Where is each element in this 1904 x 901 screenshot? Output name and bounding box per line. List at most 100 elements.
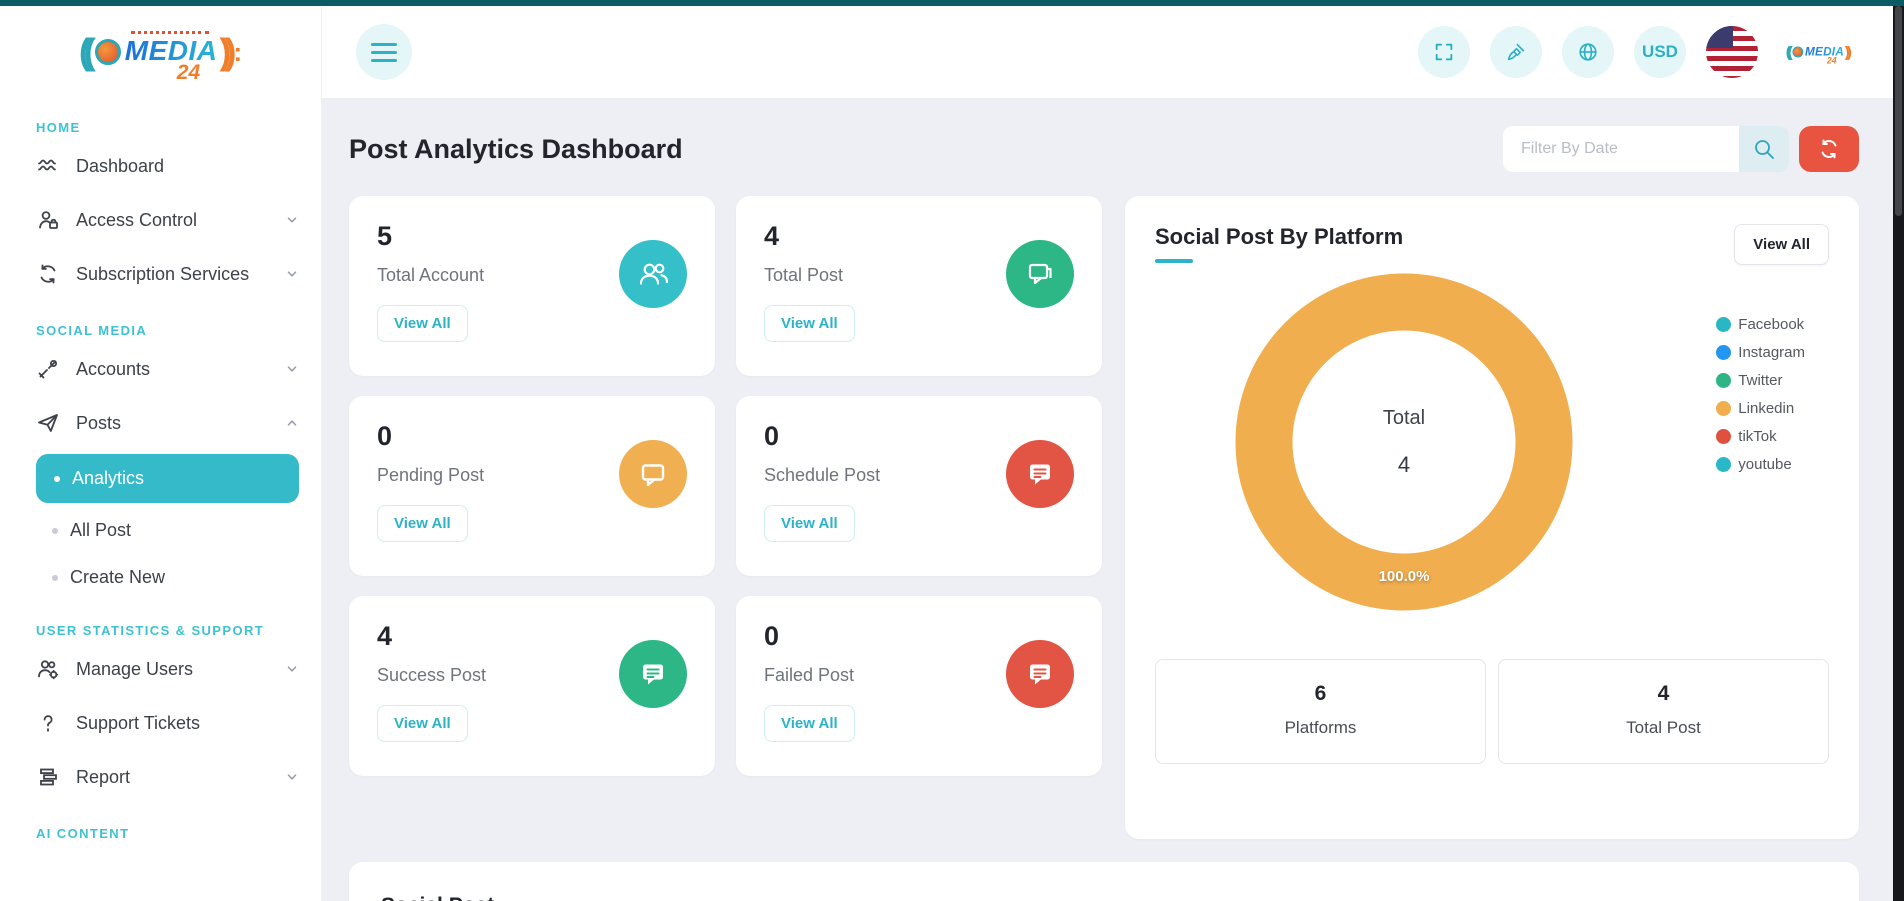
language-button[interactable] [1562, 26, 1614, 78]
brand-number: 24 [177, 61, 200, 85]
legend-item-linkedin[interactable]: Linkedin [1716, 400, 1805, 417]
legend-item-youtube[interactable]: youtube [1716, 456, 1805, 473]
profile-brand-mark: (( MEDIA 24 )) [1785, 42, 1848, 61]
legend-dot [1716, 401, 1731, 416]
chart-view-all-button[interactable]: View All [1734, 224, 1829, 265]
page-header: Post Analytics Dashboard [349, 126, 1859, 172]
chevron-up-icon [285, 416, 299, 430]
view-all-button[interactable]: View All [764, 705, 855, 742]
sidebar-item-report[interactable]: Report [36, 750, 299, 804]
legend-item-twitter[interactable]: Twitter [1716, 372, 1805, 389]
legend-dot [1716, 373, 1731, 388]
legend-item-tiktok[interactable]: tikTok [1716, 428, 1805, 445]
page-scrollbar[interactable] [1893, 6, 1904, 901]
filter-by-date-input[interactable] [1503, 126, 1739, 172]
broom-icon [1505, 41, 1527, 63]
dashboard-row: 5 Total Account View All 4 Total Post Vi… [349, 196, 1859, 839]
post-screen-icon [1006, 240, 1074, 308]
chart-title: Social Post By Platform [1155, 224, 1403, 250]
topbar-actions: USD (( MEDIA 24 )) [1418, 26, 1856, 78]
sidebar-item-label: Support Tickets [76, 713, 200, 734]
sidebar-subitem-analytics[interactable]: Analytics [36, 454, 299, 503]
user-lock-icon [36, 208, 60, 232]
sidebar-subitem-all-post[interactable]: All Post [36, 507, 299, 554]
sidebar-item-support-tickets[interactable]: Support Tickets [36, 696, 299, 750]
brand-left-arcs-icon: (( [79, 29, 89, 75]
brand-mark: (( MEDIA 24 )) : [79, 29, 242, 75]
view-all-button[interactable]: View All [377, 705, 468, 742]
summary-label: Platforms [1156, 718, 1485, 738]
view-all-button[interactable]: View All [764, 305, 855, 342]
refresh-icon [1817, 137, 1841, 161]
brand-dotted-line [131, 31, 209, 34]
view-all-button[interactable]: View All [377, 305, 468, 342]
sidebar-item-manage-users[interactable]: Manage Users [36, 642, 299, 696]
search-icon [1752, 137, 1776, 161]
sidebar-item-label: Accounts [76, 359, 150, 380]
sidebar-item-label: Posts [76, 413, 121, 434]
currency-button[interactable]: USD [1634, 26, 1686, 78]
summary-label: Total Post [1499, 718, 1828, 738]
sidebar-subitem-create-new[interactable]: Create New [36, 554, 299, 601]
hamburger-menu-button[interactable] [356, 24, 412, 80]
users-gear-icon [36, 657, 60, 681]
chat-lines-icon [1006, 640, 1074, 708]
view-all-button[interactable]: View All [764, 505, 855, 542]
legend-dot [1716, 429, 1731, 444]
stat-card-total-account: 5 Total Account View All [349, 196, 715, 376]
sidebar-item-label: Access Control [76, 210, 197, 231]
sidebar-item-accounts[interactable]: Accounts [36, 342, 299, 396]
social-post-by-platform-card: Social Post By Platform View All Total [1125, 196, 1859, 839]
chevron-down-icon [285, 770, 299, 784]
stat-card-total-post: 4 Total Post View All [736, 196, 1102, 376]
summary-value: 4 [1499, 682, 1828, 706]
sidebar-item-access-control[interactable]: Access Control [36, 193, 299, 247]
fullscreen-icon [1433, 41, 1455, 63]
hamburger-icon [371, 43, 397, 46]
section-label-home: HOME [36, 120, 299, 135]
view-all-button[interactable]: View All [377, 505, 468, 542]
legend-dot [1716, 457, 1731, 472]
platforms-summary-box: 6 Platforms [1155, 659, 1486, 764]
sidebar: (( MEDIA 24 )) : HOME Dashboard [0, 6, 322, 901]
sidebar-item-label: Subscription Services [76, 264, 249, 285]
chart-summary-row: 6 Platforms 4 Total Post [1155, 659, 1829, 764]
donut-slice-linkedin[interactable] [1264, 302, 1544, 582]
section-label-social-media: SOCIAL MEDIA [36, 323, 299, 338]
page-title: Post Analytics Dashboard [349, 134, 683, 165]
brand-colon: : [234, 37, 243, 68]
summary-value: 6 [1156, 682, 1485, 706]
legend-item-facebook[interactable]: Facebook [1716, 316, 1805, 333]
fullscreen-button[interactable] [1418, 26, 1470, 78]
tools-icon [36, 357, 60, 381]
sidebar-subitem-label: All Post [70, 520, 131, 541]
bullet-icon [52, 575, 58, 581]
brand-logo[interactable]: (( MEDIA 24 )) : [0, 6, 321, 98]
chart-legend: Facebook Instagram Twitter [1716, 305, 1805, 484]
chart-header: Social Post By Platform View All [1155, 224, 1829, 265]
us-flag-icon[interactable] [1706, 26, 1758, 78]
scrollbar-thumb[interactable] [1895, 6, 1902, 216]
globe-icon [1577, 41, 1599, 63]
brand-headphone-icon [95, 39, 121, 65]
trend-icon [36, 154, 60, 178]
app-shell: (( MEDIA 24 )) : HOME Dashboard [0, 6, 1904, 901]
search-button[interactable] [1739, 126, 1789, 172]
brand-right-arcs-icon: )) [220, 29, 230, 75]
profile-avatar[interactable]: (( MEDIA 24 )) [1778, 29, 1856, 75]
donut-chart: Total 4 100.0% [1231, 269, 1577, 615]
stat-card-pending-post: 0 Pending Post View All [349, 396, 715, 576]
sidebar-item-posts[interactable]: Posts [36, 396, 299, 450]
stat-card-failed-post: 0 Failed Post View All [736, 596, 1102, 776]
stats-grid: 5 Total Account View All 4 Total Post Vi… [349, 196, 1102, 776]
legend-item-instagram[interactable]: Instagram [1716, 344, 1805, 361]
theme-clean-button[interactable] [1490, 26, 1542, 78]
stat-card-success-post: 4 Success Post View All [349, 596, 715, 776]
chevron-down-icon [285, 213, 299, 227]
sidebar-item-subscription-services[interactable]: Subscription Services [36, 247, 299, 301]
refresh-button[interactable] [1799, 126, 1859, 172]
top-accent-strip [0, 0, 1904, 6]
donut-svg [1231, 269, 1577, 615]
sidebar-item-dashboard[interactable]: Dashboard [36, 139, 299, 193]
sidebar-item-label: Dashboard [76, 156, 164, 177]
